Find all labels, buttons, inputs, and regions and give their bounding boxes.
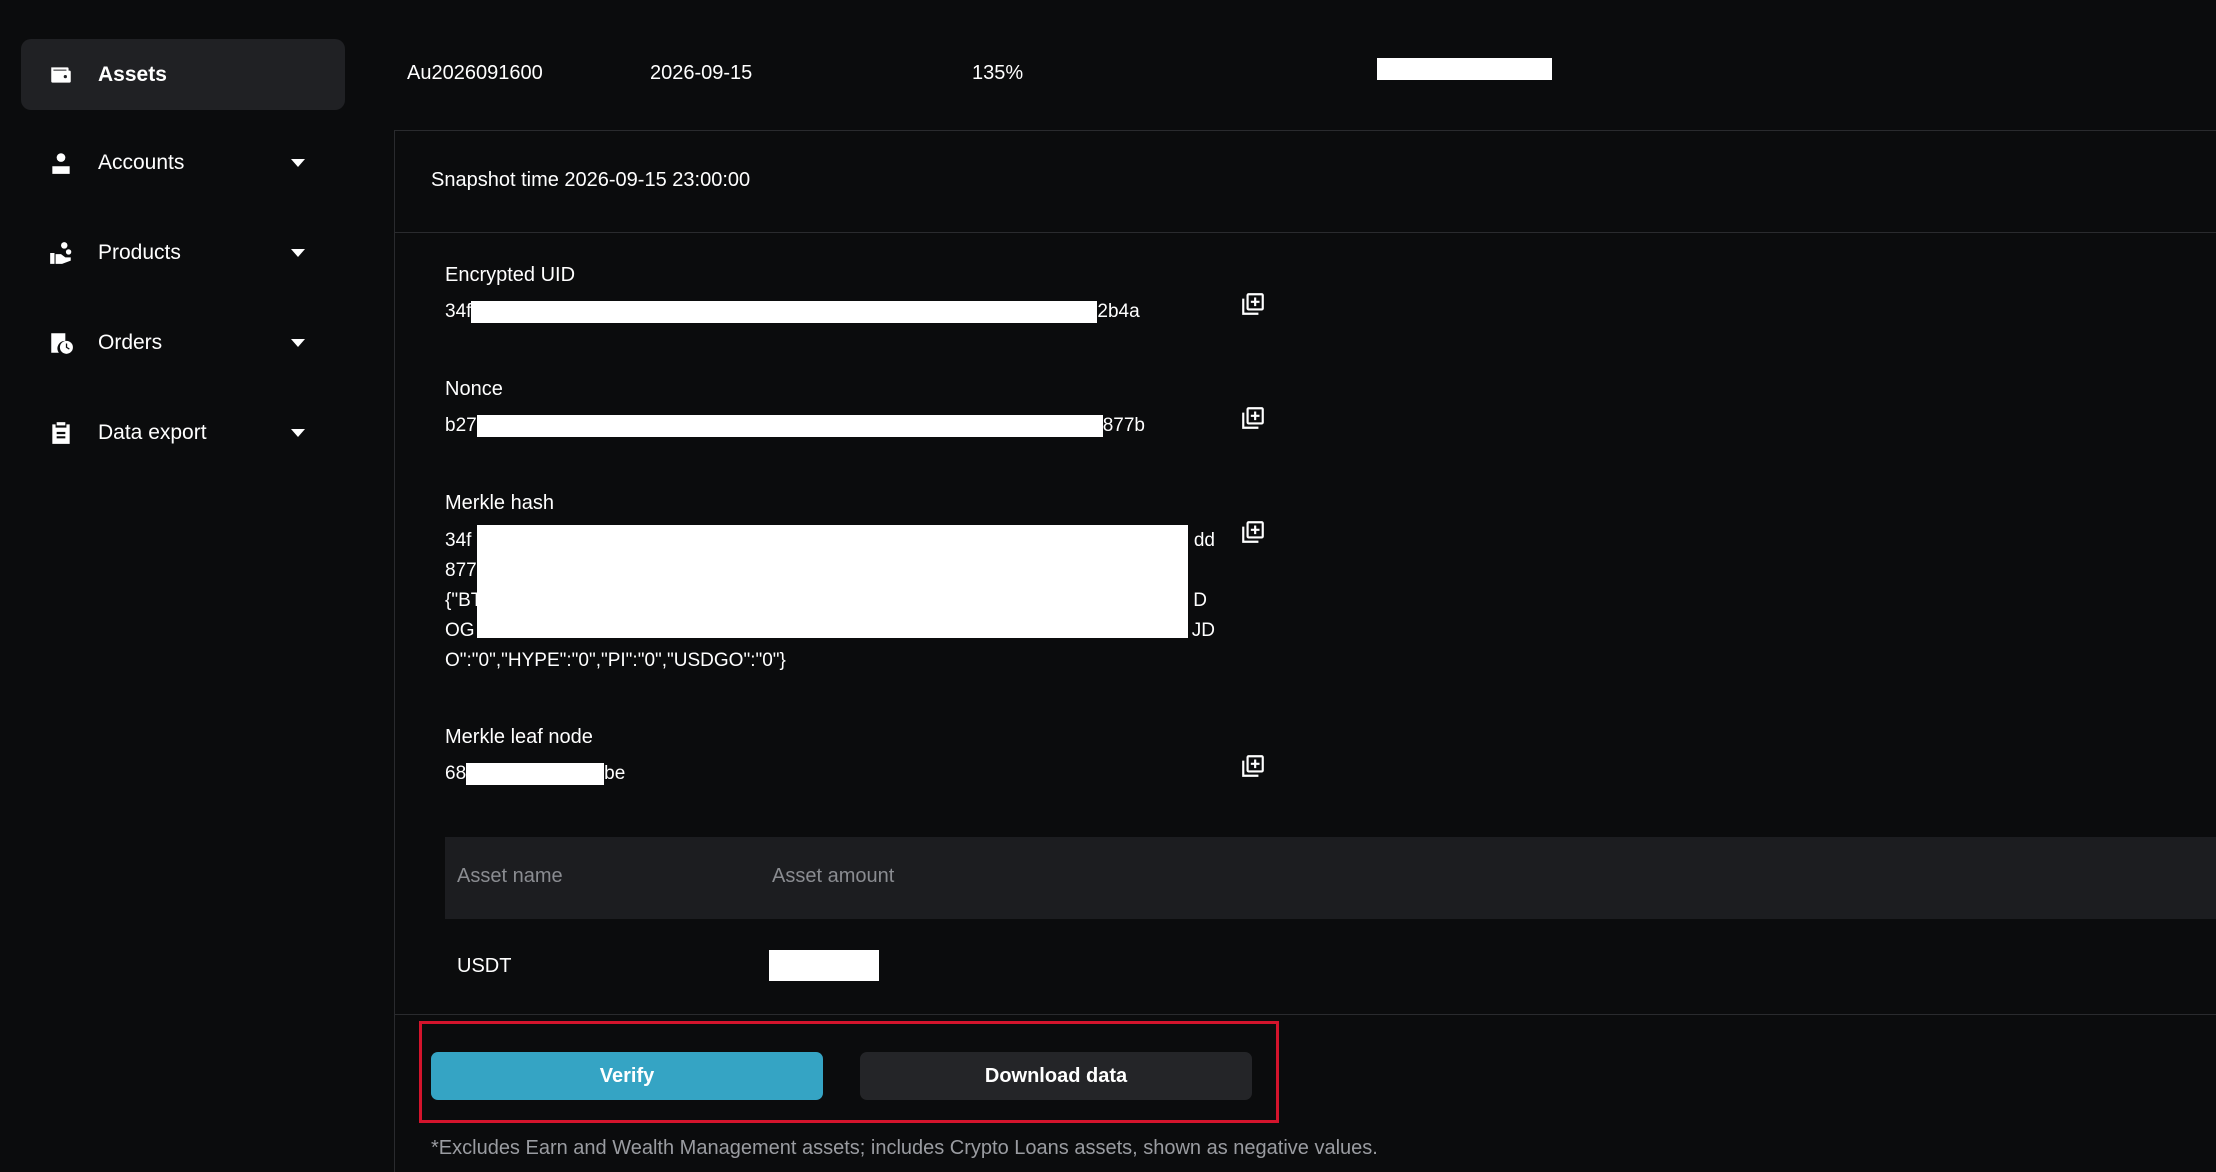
divider	[395, 232, 2216, 233]
value-suffix: 877b	[1102, 415, 1145, 436]
verify-button[interactable]: Verify	[431, 1052, 823, 1100]
redacted-block	[477, 525, 1188, 638]
redacted-hash	[1377, 58, 1552, 80]
hash-line-end: JD	[1191, 620, 1215, 641]
value-prefix: b27	[445, 415, 477, 436]
column-header-asset-amount: Asset amount	[772, 865, 895, 887]
nonce-label: Nonce	[445, 378, 503, 400]
hash-line: O":"0","HYPE":"0","PI":"0","USDGO":"0"}	[445, 646, 1215, 676]
copy-icon[interactable]	[1240, 519, 1266, 545]
audit-date: 2026-09-15	[650, 62, 753, 84]
sidebar-item-label: Assets	[98, 62, 167, 86]
chevron-down-icon	[291, 158, 305, 167]
redacted-amount	[769, 950, 879, 981]
wallet-icon	[48, 62, 74, 88]
value-prefix: 68	[445, 763, 467, 784]
sidebar-item-data-export[interactable]: Data export	[21, 397, 345, 468]
merkle-leaf-label: Merkle leaf node	[445, 726, 593, 748]
snapshot-panel: Snapshot time 2026-09-15 23:00:00 Encryp…	[394, 130, 2216, 1172]
sidebar-item-accounts[interactable]: Accounts	[21, 127, 345, 198]
value-prefix: 34f	[445, 301, 472, 322]
redacted-block	[471, 300, 1098, 323]
copy-icon[interactable]	[1240, 405, 1266, 431]
clipboard-icon	[48, 420, 74, 446]
divider	[395, 1014, 2216, 1015]
nonce-value: b27 877b	[445, 411, 1145, 441]
sidebar-item-orders[interactable]: Orders	[21, 307, 345, 378]
footnote: *Excludes Earn and Wealth Management ass…	[431, 1137, 1378, 1159]
hash-line-text: 877	[445, 560, 477, 581]
hash-line-end: D	[1193, 590, 1207, 611]
hash-line-text: OG	[445, 620, 475, 641]
encrypted-uid-label: Encrypted UID	[445, 264, 576, 286]
sidebar: Assets Accounts Products Orders Data exp…	[0, 0, 370, 1172]
clock-list-icon	[48, 330, 74, 356]
asset-table-header: Asset name Asset amount	[445, 837, 2216, 919]
download-data-button[interactable]: Download data	[860, 1052, 1252, 1100]
redacted-block	[466, 762, 605, 785]
sidebar-item-assets[interactable]: Assets	[21, 39, 345, 110]
audit-record-row: Au2026091600 2026-09-15 135%	[370, 0, 2216, 130]
merkle-hash-label: Merkle hash	[445, 492, 554, 514]
user-icon	[48, 150, 74, 176]
chevron-down-icon	[291, 248, 305, 257]
copy-icon[interactable]	[1240, 291, 1266, 317]
hand-coins-icon	[48, 240, 74, 266]
merkle-leaf-value: 68 be	[445, 759, 625, 789]
sidebar-item-label: Data export	[98, 420, 207, 444]
sidebar-item-label: Products	[98, 240, 181, 264]
snapshot-time: Snapshot time 2026-09-15 23:00:00	[431, 169, 751, 191]
sidebar-item-label: Accounts	[98, 150, 185, 174]
value-suffix: 2b4a	[1097, 301, 1140, 322]
copy-icon[interactable]	[1240, 753, 1266, 779]
hash-line-text: O":"0","HYPE":"0","PI":"0","USDGO":"0"}	[445, 650, 786, 671]
reserve-ratio: 135%	[972, 62, 1024, 84]
audit-id: Au2026091600	[407, 62, 543, 84]
encrypted-uid-value: 34f 2b4a	[445, 297, 1140, 327]
sidebar-item-products[interactable]: Products	[21, 217, 345, 288]
chevron-down-icon	[291, 338, 305, 347]
redacted-block	[476, 414, 1103, 437]
column-header-asset-name: Asset name	[457, 865, 563, 887]
chevron-down-icon	[291, 428, 305, 437]
sidebar-item-label: Orders	[98, 330, 163, 354]
asset-name-cell: USDT	[457, 955, 512, 977]
value-suffix: be	[604, 763, 626, 784]
hash-line-text: 34f	[445, 530, 472, 551]
hash-line-end: dd	[1193, 530, 1215, 551]
